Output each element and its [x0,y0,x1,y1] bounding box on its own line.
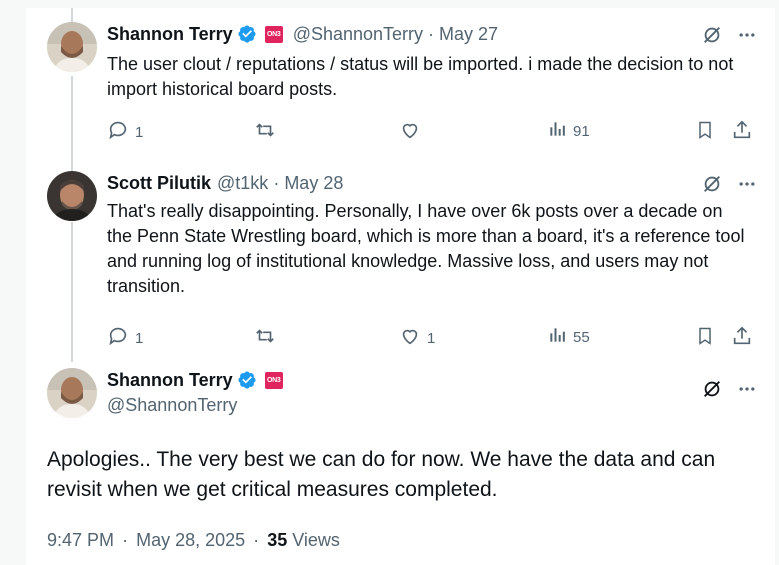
more-icon[interactable] [737,25,757,45]
affiliate-badge[interactable]: ON3 [264,371,283,389]
avatar[interactable] [47,171,97,221]
separator: · [428,23,435,44]
reply-button[interactable]: 1 [107,325,143,351]
reply-tweet[interactable]: Scott Pilutik @t1kk · May 28 That's real… [26,168,775,368]
separator: · [273,172,280,193]
reply-count: 1 [135,329,144,347]
reply-icon [107,119,129,145]
tweet-text: Apologies.. The very best we can do for … [47,448,716,501]
views-count: 55 [573,328,590,346]
verified-icon [237,24,257,44]
reply-count: 1 [135,123,144,141]
like-icon [399,119,421,145]
tweet-meta: 9:47 PM · May 28, 2025 · 35 Views [47,530,340,551]
tweet-top-actions [701,378,757,400]
tweet-header: Scott Pilutik @t1kk · May 28 [107,172,343,194]
tweet-header: Shannon Terry ON3 [107,369,283,391]
tweet-date[interactable]: May 28, 2025 [136,530,245,550]
views-icon [547,119,567,143]
main-tweet[interactable]: Shannon Terry ON3 @ShannonTerry Apologie… [26,368,775,565]
retweet-icon [253,119,277,145]
author-handle[interactable]: @ShannonTerry [107,395,237,416]
bookmark-button[interactable] [695,119,715,145]
like-button[interactable] [399,119,427,145]
share-button[interactable] [731,119,753,145]
verified-icon [237,370,257,390]
avatar[interactable] [47,22,97,72]
grok-icon[interactable] [701,173,723,195]
more-icon[interactable] [737,174,757,194]
grok-icon[interactable] [701,378,723,400]
share-icon [731,325,753,351]
views-label: Views [292,530,340,550]
share-button[interactable] [731,325,753,351]
separator: · [122,530,129,550]
bookmark-icon [695,119,715,145]
retweet-icon [253,325,277,351]
tweet-date[interactable]: May 27 [439,24,498,45]
reply-icon [107,325,129,351]
views-button[interactable]: 55 [547,325,590,349]
tweet-text: The user clout / reputations / status wi… [107,54,734,99]
tweet-top-actions [701,173,757,195]
bookmark-icon [695,325,715,351]
tweet-header: Shannon Terry ON3 @ShannonTerry · May 27 [107,23,498,45]
tweet-text: That's really disappointing. Personally,… [107,201,745,296]
author-handle[interactable]: @t1kk [217,173,268,194]
author-handle[interactable]: @ShannonTerry [293,24,423,45]
tweet-time[interactable]: 9:47 PM [47,530,114,550]
tweet-top-actions [701,24,757,46]
like-count: 1 [427,329,436,347]
tweet-actions: 1 1 55 [107,325,753,347]
tweet-actions: 1 91 [107,119,753,141]
author-name[interactable]: Shannon Terry [107,24,233,45]
share-icon [731,119,753,145]
handle-row: @ShannonTerry [107,394,237,416]
views-button[interactable]: 91 [547,119,590,143]
avatar[interactable] [47,368,97,418]
reply-button[interactable]: 1 [107,119,143,145]
retweet-button[interactable] [253,119,283,145]
retweet-button[interactable] [253,325,283,351]
separator: · [253,530,260,550]
more-icon[interactable] [737,379,757,399]
views-count: 35 [267,530,288,550]
grok-icon[interactable] [701,24,723,46]
views-icon [547,325,567,349]
bookmark-button[interactable] [695,325,715,351]
like-button[interactable]: 1 [399,325,435,351]
reply-tweet[interactable]: Shannon Terry ON3 @ShannonTerry · May 27… [26,8,775,168]
tweet-date[interactable]: May 28 [284,173,343,194]
author-name[interactable]: Shannon Terry [107,370,233,391]
like-icon [399,325,421,351]
affiliate-badge[interactable]: ON3 [264,25,283,43]
conversation-panel: Shannon Terry ON3 @ShannonTerry · May 27… [26,8,775,565]
views-count: 91 [573,122,590,140]
author-name[interactable]: Scott Pilutik [107,173,211,194]
